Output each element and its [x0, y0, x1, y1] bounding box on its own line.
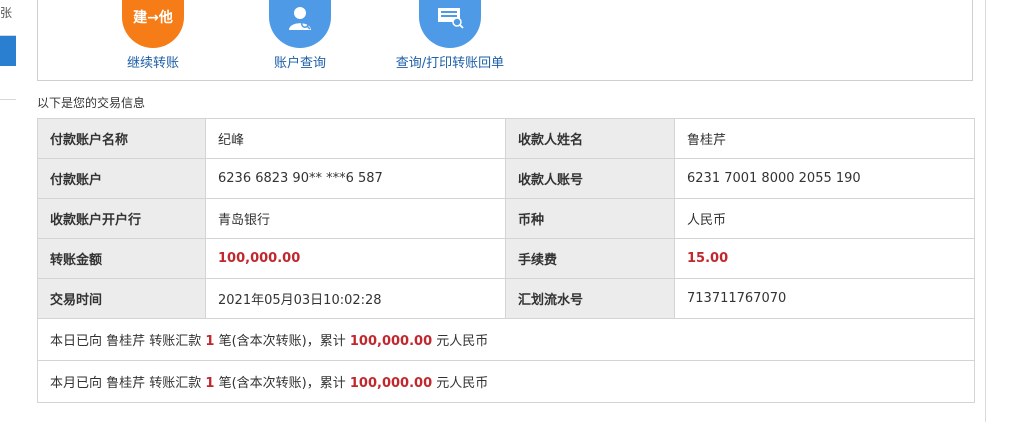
account-query-button[interactable]: 账户查询 [220, 0, 380, 71]
transaction-table: 付款账户名称 纪峰 收款人姓名 鲁桂芹 付款账户 6236 6823 90** … [37, 118, 975, 403]
account-user-icon [269, 0, 331, 48]
continue-transfer-button[interactable]: 建→他 继续转账 [73, 0, 233, 71]
table-row: 本月已向 鲁桂芹 转账汇款 1 笔(含本次转账)，累计 100,000.00 元… [37, 360, 975, 403]
time-value: 2021年05月03日10:02:28 [205, 278, 506, 319]
payee-account-label: 收款人账号 [505, 158, 675, 199]
sidebar-partial-text: 张 [0, 6, 13, 20]
fee-label: 手续费 [505, 238, 675, 279]
payer-account-value: 6236 6823 90** ***6 587 [205, 158, 506, 199]
transaction-info-title: 以下是您的交易信息 [37, 96, 146, 110]
content-border [985, 0, 986, 422]
table-row: 付款账户名称 纪峰 收款人姓名 鲁桂芹 [37, 118, 975, 159]
daily-summary: 本日已向 鲁桂芹 转账汇款 1 笔(含本次转账)，累计 100,000.00 元… [37, 318, 975, 361]
sidebar-active-item[interactable] [0, 36, 16, 66]
payer-account-label: 付款账户 [37, 158, 206, 199]
payee-account-value: 6231 7001 8000 2055 190 [674, 158, 975, 199]
action-panel: 建→他 继续转账 账户查询 查询/打印转账回单 [37, 0, 973, 81]
amount-label: 转账金额 [37, 238, 206, 279]
monthly-summary: 本月已向 鲁桂芹 转账汇款 1 笔(含本次转账)，累计 100,000.00 元… [37, 360, 975, 403]
serial-label: 汇划流水号 [505, 278, 675, 319]
payer-name-label: 付款账户名称 [37, 118, 206, 159]
fee-value: 15.00 [674, 238, 975, 279]
currency-label: 币种 [505, 198, 675, 239]
table-row: 转账金额 100,000.00 手续费 15.00 [37, 238, 975, 279]
sidebar-divider [0, 99, 16, 100]
receipt-search-icon [419, 0, 481, 48]
payee-bank-value: 青岛银行 [205, 198, 506, 239]
table-row: 交易时间 2021年05月03日10:02:28 汇划流水号 713711767… [37, 278, 975, 319]
table-row: 付款账户 6236 6823 90** ***6 587 收款人账号 6231 … [37, 158, 975, 199]
amount-value: 100,000.00 [205, 238, 506, 279]
transfer-icon: 建→他 [122, 0, 184, 48]
sidebar: 张 [0, 0, 16, 422]
payee-name-value: 鲁桂芹 [674, 118, 975, 159]
print-receipt-label: 查询/打印转账回单 [395, 56, 505, 71]
payer-name-value: 纪峰 [205, 118, 506, 159]
time-label: 交易时间 [37, 278, 206, 319]
serial-value: 713711767070 [674, 278, 975, 319]
continue-transfer-label: 继续转账 [126, 56, 179, 71]
print-receipt-button[interactable]: 查询/打印转账回单 [370, 0, 530, 71]
payee-name-label: 收款人姓名 [505, 118, 675, 159]
table-row: 本日已向 鲁桂芹 转账汇款 1 笔(含本次转账)，累计 100,000.00 元… [37, 318, 975, 361]
currency-value: 人民币 [674, 198, 975, 239]
account-query-label: 账户查询 [273, 56, 326, 71]
table-row: 收款账户开户行 青岛银行 币种 人民币 [37, 198, 975, 239]
payee-bank-label: 收款账户开户行 [37, 198, 206, 239]
